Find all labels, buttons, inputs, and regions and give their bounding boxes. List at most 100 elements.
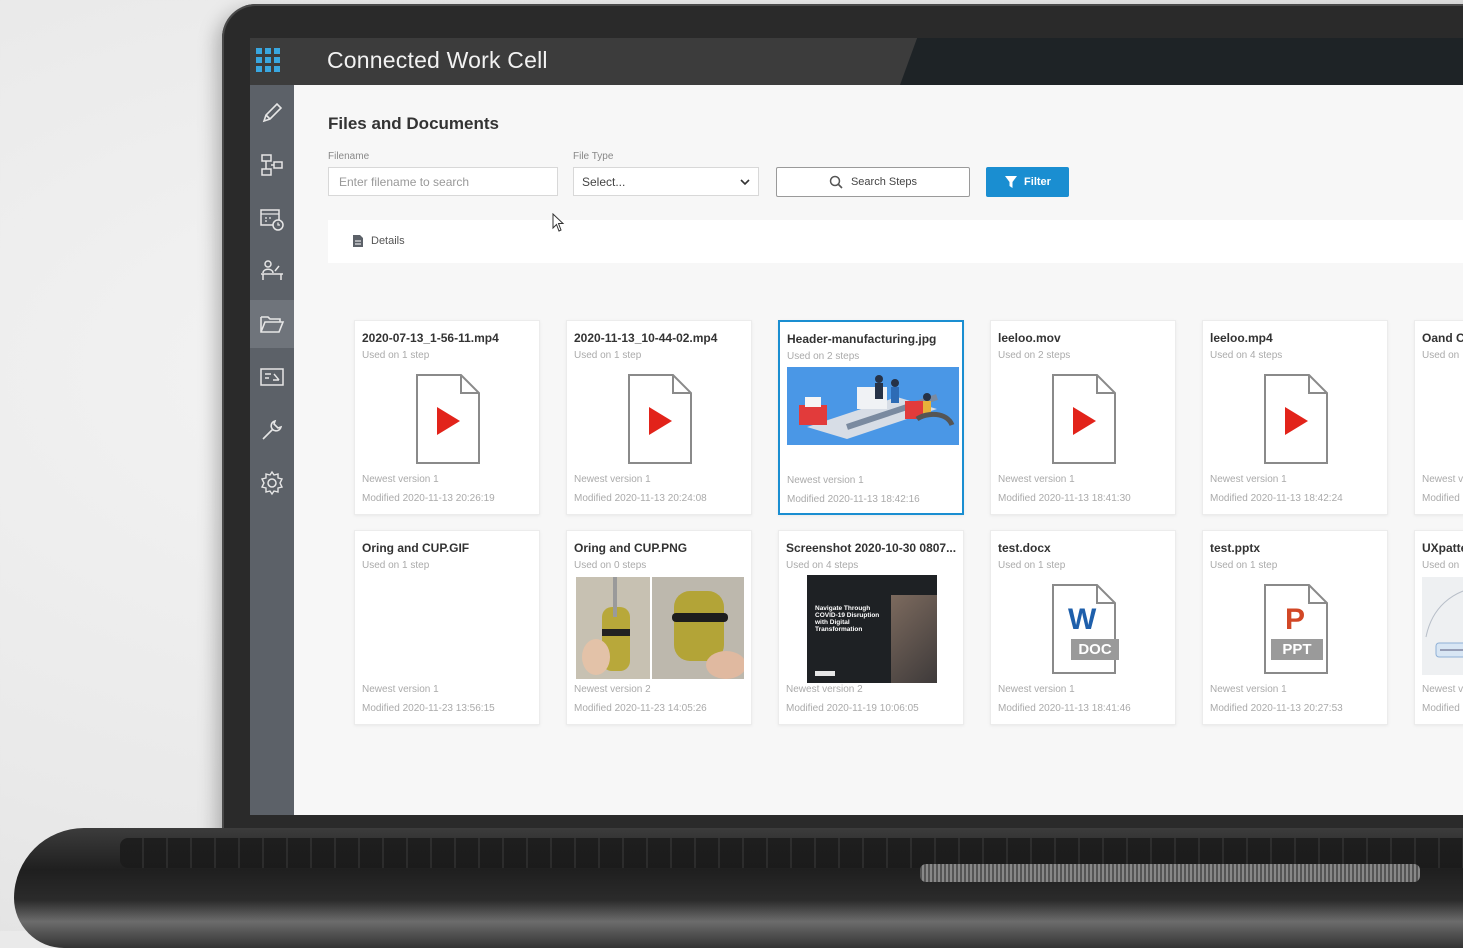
file-usage: Used on 1 step: [1210, 560, 1278, 571]
file-modified: Modified 2020-11-13 18:41:30: [998, 493, 1131, 504]
file-usage: Used on 4 steps: [1210, 350, 1283, 361]
file-version: Newest version 1: [998, 474, 1075, 485]
file-name: leeloo.mp4: [1210, 331, 1273, 345]
doc-badge: DOC: [1071, 639, 1119, 660]
operator-station-icon: [261, 260, 283, 280]
video-file-icon: [628, 374, 692, 464]
file-modified: Modified: [1422, 703, 1460, 714]
file-usage: Used on 1 step: [574, 350, 642, 361]
file-modified: Modified 2020-11-13 18:41:46: [998, 703, 1131, 714]
screenshot-headline: Navigate Through COVID-19 Disruption wit…: [815, 605, 880, 633]
file-modified: Modified 2020-11-13 18:42:16: [787, 494, 920, 505]
file-card[interactable]: Screenshot 2020-10-30 0807... Used on 4 …: [778, 530, 964, 725]
video-file-icon: [416, 374, 480, 464]
file-name: Screenshot 2020-10-30 0807...: [786, 541, 957, 555]
chevron-down-icon: [740, 178, 750, 185]
image-thumbnail: [1422, 577, 1463, 675]
file-version: Newest version 1: [574, 474, 651, 485]
video-file-icon: [1264, 374, 1328, 464]
file-card[interactable]: leeloo.mp4 Used on 4 steps Newest versio…: [1202, 320, 1388, 515]
file-usage: Used on 1 step: [998, 560, 1066, 571]
sidebar-item-files[interactable]: [250, 300, 294, 348]
main-content: Files and Documents Filename File Type S…: [294, 85, 1463, 815]
file-name: 2020-11-13_10-44-02.mp4: [574, 331, 718, 345]
filetype-select[interactable]: Select...: [573, 167, 759, 196]
word-file-icon: W DOC: [1051, 583, 1123, 675]
file-name: Header-manufacturing.jpg: [787, 332, 937, 346]
file-card-selected[interactable]: Header-manufacturing.jpg Used on 2 steps: [778, 320, 964, 515]
file-version: Newest version 1: [362, 684, 439, 695]
file-name: test.pptx: [1210, 541, 1261, 555]
tab-details[interactable]: Details: [352, 234, 405, 248]
apps-grid-icon[interactable]: [256, 48, 280, 72]
file-modified: Modified 2020-11-13 20:27:53: [1210, 703, 1343, 714]
diagram-thumbnail: [1425, 590, 1463, 658]
file-card[interactable]: test.pptx Used on 1 step P PPT Newest ve…: [1202, 530, 1388, 725]
file-card[interactable]: 2020-11-13_10-44-02.mp4 Used on 1 step N…: [566, 320, 752, 515]
file-version: Newest version 1: [1210, 684, 1287, 695]
file-name: UXpatte: [1422, 541, 1463, 555]
file-card[interactable]: 2020-07-13_1-56-11.mp4 Used on 1 step Ne…: [354, 320, 540, 515]
top-bar-accent: [900, 38, 1463, 85]
sidebar-item-tools[interactable]: [250, 406, 294, 454]
mouse-cursor-icon: [552, 213, 565, 232]
oring-cup-photo: [576, 577, 744, 679]
file-usage: Used on: [1422, 560, 1460, 571]
file-version: Newest version 2: [574, 684, 651, 695]
file-modified: Modified 2020-11-23 13:56:15: [362, 703, 495, 714]
file-name: Oring and CUP.GIF: [362, 541, 470, 555]
file-name: 2020-07-13_1-56-11.mp4: [362, 331, 499, 345]
board-icon: [260, 368, 284, 386]
funnel-icon: [1005, 176, 1018, 188]
file-usage: Used on 1 step: [362, 350, 430, 361]
search-steps-button[interactable]: Search Steps: [776, 167, 970, 197]
ppt-badge: PPT: [1271, 639, 1323, 660]
filter-label: Filter: [1024, 176, 1051, 188]
sidebar: [250, 85, 294, 815]
file-version: Newest version 1: [362, 474, 439, 485]
file-card[interactable]: Oand C Used on Newest v Modified: [1414, 320, 1463, 515]
workflow-icon: [261, 154, 283, 176]
file-card[interactable]: test.docx Used on 1 step W DOC Newest ve…: [990, 530, 1176, 725]
image-thumbnail: Navigate Through COVID-19 Disruption wit…: [807, 575, 937, 683]
filter-button[interactable]: Filter: [986, 167, 1069, 197]
filename-label: Filename: [328, 151, 370, 162]
sidebar-item-board[interactable]: [250, 353, 294, 401]
pencil-icon: [262, 102, 283, 123]
filetype-label: File Type: [573, 151, 614, 162]
file-name: test.docx: [998, 541, 1051, 555]
image-thumbnail: [787, 367, 959, 445]
factory-illustration: [787, 367, 959, 445]
file-card[interactable]: Oring and CUP.GIF Used on 1 step Newest …: [354, 530, 540, 725]
page-title: Files and Documents: [328, 114, 499, 133]
view-tabs-bar: Details: [328, 220, 1463, 263]
file-modified: Modified: [1422, 493, 1460, 504]
sidebar-item-edit[interactable]: [250, 89, 294, 137]
file-usage: Used on 4 steps: [786, 560, 859, 571]
sidebar-item-schedule[interactable]: [250, 195, 294, 243]
file-version: Newest version 1: [787, 475, 864, 486]
top-bar: Connected Work Cell: [250, 38, 1463, 85]
screenshot-cta: [815, 671, 835, 676]
gear-icon: [260, 470, 284, 496]
file-version: Newest version 1: [998, 684, 1075, 695]
file-version: Newest version 1: [1210, 474, 1287, 485]
file-modified: Modified 2020-11-23 14:05:26: [574, 703, 707, 714]
file-usage: Used on 1 step: [362, 560, 430, 571]
sidebar-item-workflow[interactable]: [250, 141, 294, 189]
filename-search-input[interactable]: [328, 167, 558, 196]
tab-details-label: Details: [371, 235, 405, 247]
wrench-icon: [262, 419, 283, 440]
search-icon: [829, 175, 843, 189]
filetype-select-value: Select...: [582, 174, 626, 189]
file-card[interactable]: UXpatte Used on Newest v Modified: [1414, 530, 1463, 725]
word-letter: W: [1068, 603, 1097, 636]
file-card[interactable]: Oring and CUP.PNG Used on 0 steps Newest…: [566, 530, 752, 725]
sidebar-item-settings[interactable]: [250, 459, 294, 507]
laptop-speaker-grille: [920, 864, 1420, 882]
file-card[interactable]: leeloo.mov Used on 2 steps Newest versio…: [990, 320, 1176, 515]
screenshot-photo: [891, 595, 937, 683]
screen: Connected Work Cell Files and Documents: [250, 38, 1463, 815]
image-thumbnail: [576, 577, 744, 679]
sidebar-item-operator[interactable]: [250, 247, 294, 295]
